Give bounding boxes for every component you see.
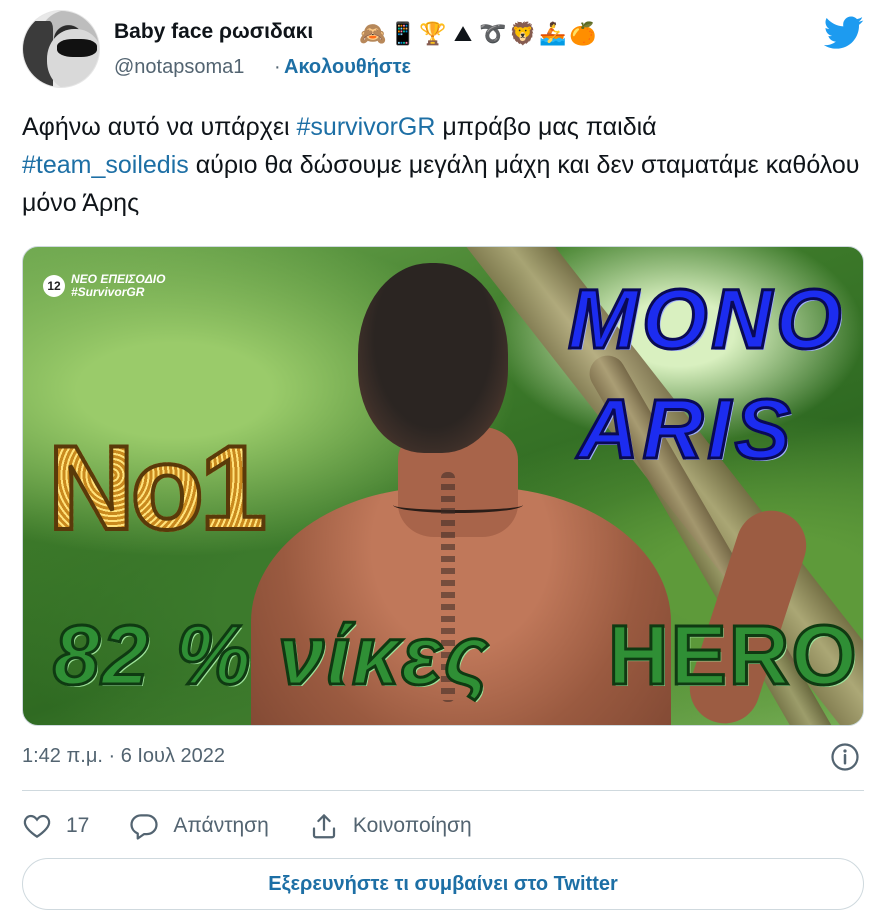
emoji-lion: 🦁 bbox=[509, 21, 537, 46]
author-display-name[interactable]: Baby face ρωσιδακι bbox=[114, 20, 313, 44]
person-necklace bbox=[393, 497, 523, 513]
overlay-text-victories: 82 % νίκες bbox=[51, 607, 491, 704]
share-button[interactable]: Κοινοποίηση bbox=[309, 811, 472, 841]
author-handle[interactable]: @notapsoma1 bbox=[114, 56, 244, 79]
overlay-text-no1: No1 bbox=[46, 421, 269, 555]
explore-twitter-button[interactable]: Εξερευνήστε τι συμβαίνει στο Twitter bbox=[22, 858, 864, 910]
share-upload-icon bbox=[312, 814, 335, 839]
channel-number: 12 bbox=[43, 275, 65, 297]
author-emoji-list: 🙈 📱 🏆 ⛰ ➰ 🦁 🚣 🍊 bbox=[359, 19, 597, 49]
reply-button[interactable]: Απάντηση bbox=[129, 811, 269, 841]
tweet-text-segment: μπράβο μας παιδιά bbox=[435, 113, 657, 141]
info-icon[interactable] bbox=[830, 742, 860, 772]
emoji-rowboat: 🚣 bbox=[539, 21, 567, 46]
emoji-curly-loop: ➰ bbox=[479, 21, 507, 46]
like-count: 17 bbox=[66, 814, 90, 837]
overlay-text-hero: HERO bbox=[607, 607, 859, 704]
channel-caption-line2: #SurvivorGR bbox=[71, 285, 145, 299]
emoji-orange: 🍊 bbox=[569, 21, 597, 46]
like-button[interactable]: 17 bbox=[22, 811, 89, 841]
channel-logo: 12 ΝΕΟ ΕΠΕΙΣΟΔΙΟ #SurvivorGR bbox=[43, 273, 165, 299]
avatar[interactable] bbox=[22, 10, 100, 88]
reply-bubble-icon bbox=[130, 814, 158, 840]
follow-link[interactable]: Ακολουθήστε bbox=[284, 56, 411, 79]
emoji-trophy: 🏆 bbox=[419, 21, 447, 46]
reply-label: Απάντηση bbox=[173, 814, 269, 837]
twitter-bird-icon[interactable] bbox=[824, 16, 864, 50]
divider bbox=[22, 790, 864, 791]
avatar-mask bbox=[57, 39, 97, 57]
tweet-header: Baby face ρωσιδακι 🙈 📱 🏆 ⛰ ➰ 🦁 🚣 🍊 @nota… bbox=[22, 10, 864, 90]
emoji-mobile-phone: 📱 bbox=[389, 21, 417, 46]
handle-separator: · bbox=[274, 56, 281, 78]
tweet-media-image[interactable]: 12 ΝΕΟ ΕΠΕΙΣΟΔΙΟ #SurvivorGR MONO ARIS N… bbox=[22, 246, 864, 726]
tweet-actions: 17 Απάντηση Κοινοποίηση bbox=[22, 808, 512, 844]
person-head bbox=[358, 263, 508, 453]
overlay-text-mono: MONO bbox=[566, 272, 846, 366]
overlay-text-aris: ARIS bbox=[577, 382, 795, 476]
share-label: Κοινοποίηση bbox=[352, 814, 472, 837]
tweet-text-segment: Αφήνω αυτό να υπάρχει bbox=[22, 113, 297, 141]
channel-caption-line1: ΝΕΟ ΕΠΕΙΣΟΔΙΟ bbox=[71, 272, 166, 286]
heart-icon bbox=[23, 814, 51, 838]
hashtag-link-team-soiledis[interactable]: #team_soiledis bbox=[22, 151, 189, 179]
tweet-timestamp[interactable]: 1:42 π.μ. · 6 Ιουλ 2022 bbox=[22, 745, 225, 768]
avatar-face bbox=[47, 29, 99, 87]
emoji-mountain: ⛰ bbox=[453, 21, 473, 46]
emoji-see-no-evil-monkey: 🙈 bbox=[359, 21, 387, 46]
tweet-text: Αφήνω αυτό να υπάρχει #survivorGR μπράβο… bbox=[22, 108, 864, 222]
channel-caption: ΝΕΟ ΕΠΕΙΣΟΔΙΟ #SurvivorGR bbox=[71, 273, 165, 299]
hashtag-link-survivorgr[interactable]: #survivorGR bbox=[297, 113, 436, 141]
